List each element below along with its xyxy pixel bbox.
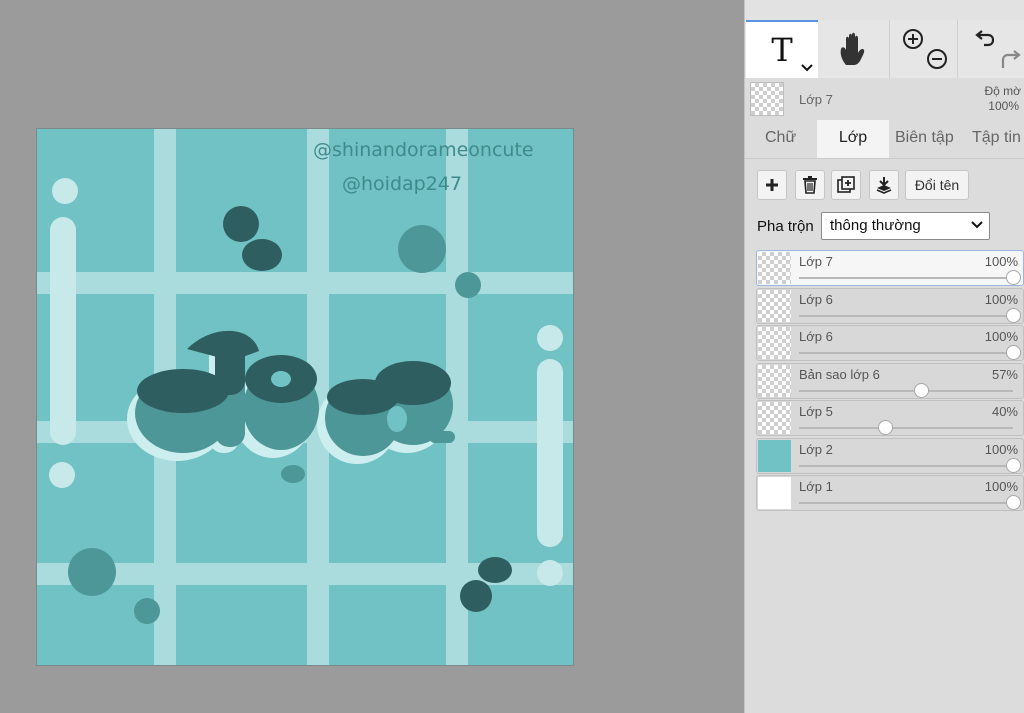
layer-thumbnail: [758, 402, 791, 434]
history-controls[interactable]: [957, 20, 1024, 78]
layer-name: Lớp 7: [799, 254, 833, 269]
layer-row[interactable]: Lớp 2 100%: [756, 437, 1024, 474]
layer-name: Lớp 1: [799, 479, 833, 494]
layer-name: Lớp 5: [799, 404, 833, 419]
tool-bar: T: [745, 20, 1024, 79]
tab-edit[interactable]: Biên tập: [895, 120, 954, 158]
chevron-down-icon: [801, 64, 813, 72]
layer-row[interactable]: Lớp 5 40%: [756, 400, 1024, 436]
duplicate-icon: [837, 176, 855, 193]
layer-row[interactable]: Lớp 1 100%: [756, 475, 1024, 511]
layer-row[interactable]: Lớp 6 100%: [756, 287, 1024, 324]
layer-opacity-value: 100%: [984, 291, 1018, 307]
canvas-workspace[interactable]: @shinandorameoncute @hoidap247: [0, 0, 744, 713]
layer-opacity-slider-track[interactable]: [799, 389, 1013, 392]
layer-opacity-slider-handle[interactable]: [1006, 270, 1021, 285]
tab-file[interactable]: Tập tin: [972, 120, 1021, 158]
layer-opacity-value: 100%: [984, 479, 1018, 494]
chevron-down-icon: [971, 221, 983, 229]
side-panel: T Lớp 7 Độ mờ 100% Chữ Lớp Biên tập Tập …: [744, 0, 1024, 713]
redo-icon[interactable]: [1000, 48, 1022, 70]
plus-icon: [766, 179, 778, 191]
layer-thumbnail: [758, 439, 791, 472]
layer-opacity-slider-track[interactable]: [799, 352, 1013, 354]
merge-down-icon: [876, 177, 892, 194]
layer-opacity-slider-handle[interactable]: [1006, 457, 1021, 473]
tab-text[interactable]: Chữ: [765, 120, 796, 158]
layer-name: Lớp 2: [799, 441, 833, 457]
text-tool-button[interactable]: T: [746, 20, 818, 78]
layer-opacity-slider-handle[interactable]: [1006, 495, 1021, 510]
duplicate-layer-button[interactable]: [831, 170, 861, 200]
layer-opacity-slider-track[interactable]: [799, 314, 1013, 317]
tab-layers[interactable]: Lớp: [817, 120, 889, 158]
layer-opacity-slider-handle[interactable]: [877, 420, 893, 435]
zoom-in-icon[interactable]: [902, 28, 924, 50]
layer-opacity-slider-handle[interactable]: [1006, 307, 1021, 323]
layer-opacity-value: 57%: [991, 366, 1018, 382]
blend-mode-value: thông thường: [830, 217, 921, 234]
layer-thumbnail: [758, 327, 791, 359]
layer-opacity-value: 100%: [984, 441, 1018, 457]
opacity-label: Độ mờ: [984, 84, 1021, 98]
tab-divider: [745, 158, 1024, 159]
layer-thumbnail: [758, 252, 791, 284]
panel-top-strip: [745, 0, 1024, 21]
hand-icon: [840, 32, 865, 65]
layer-opacity-slider-handle[interactable]: [1006, 345, 1021, 360]
text-tool-icon: T: [771, 31, 793, 69]
current-layer-thumbnail: [750, 82, 784, 116]
drawing-canvas[interactable]: @shinandorameoncute @hoidap247: [36, 128, 574, 666]
layer-name: Lớp 6: [799, 291, 833, 307]
layer-name: Bản sao lớp 6: [799, 366, 880, 382]
layer-opacity-slider-track[interactable]: [799, 502, 1013, 504]
rename-layer-button[interactable]: Đổi tên: [905, 170, 969, 200]
layer-row[interactable]: Lớp 6 100%: [756, 325, 1024, 361]
watermark-1: @shinandorameoncute: [313, 139, 534, 161]
delete-layer-button[interactable]: [795, 170, 825, 200]
layer-opacity-slider-track[interactable]: [799, 427, 1013, 429]
trash-icon: [803, 176, 817, 194]
layer-opacity-value: 40%: [991, 404, 1018, 419]
layer-opacity-slider-track[interactable]: [799, 464, 1013, 467]
layer-name: Lớp 6: [799, 329, 833, 344]
add-layer-button[interactable]: [757, 170, 787, 200]
opacity-value[interactable]: 100%: [988, 99, 1019, 113]
layer-thumbnail: [758, 477, 791, 509]
zoom-controls[interactable]: [889, 20, 958, 78]
layer-row[interactable]: Bản sao lớp 6 57%: [756, 362, 1024, 399]
layer-row[interactable]: Lớp 7 100%: [756, 250, 1024, 286]
watermark-2: @hoidap247: [342, 173, 462, 195]
merge-down-button[interactable]: [869, 170, 899, 200]
current-layer-info: Lớp 7 Độ mờ 100%: [745, 78, 1024, 120]
layer-opacity-value: 100%: [984, 254, 1018, 269]
panel-tabs: Chữ Lớp Biên tập Tập tin: [745, 120, 1024, 158]
layer-thumbnail: [758, 289, 791, 322]
artwork: [37, 129, 573, 665]
layer-thumbnail: [758, 364, 791, 397]
current-layer-name: Lớp 7: [799, 92, 833, 107]
blend-mode-label: Pha trộn: [757, 218, 814, 235]
blend-mode-select[interactable]: thông thường: [821, 212, 990, 240]
undo-icon[interactable]: [974, 28, 996, 50]
layer-opacity-slider-track[interactable]: [799, 277, 1013, 279]
layer-opacity-slider-handle[interactable]: [913, 382, 929, 398]
hand-tool-button[interactable]: [819, 20, 889, 78]
zoom-out-icon[interactable]: [926, 48, 948, 70]
layer-opacity-value: 100%: [984, 329, 1018, 344]
